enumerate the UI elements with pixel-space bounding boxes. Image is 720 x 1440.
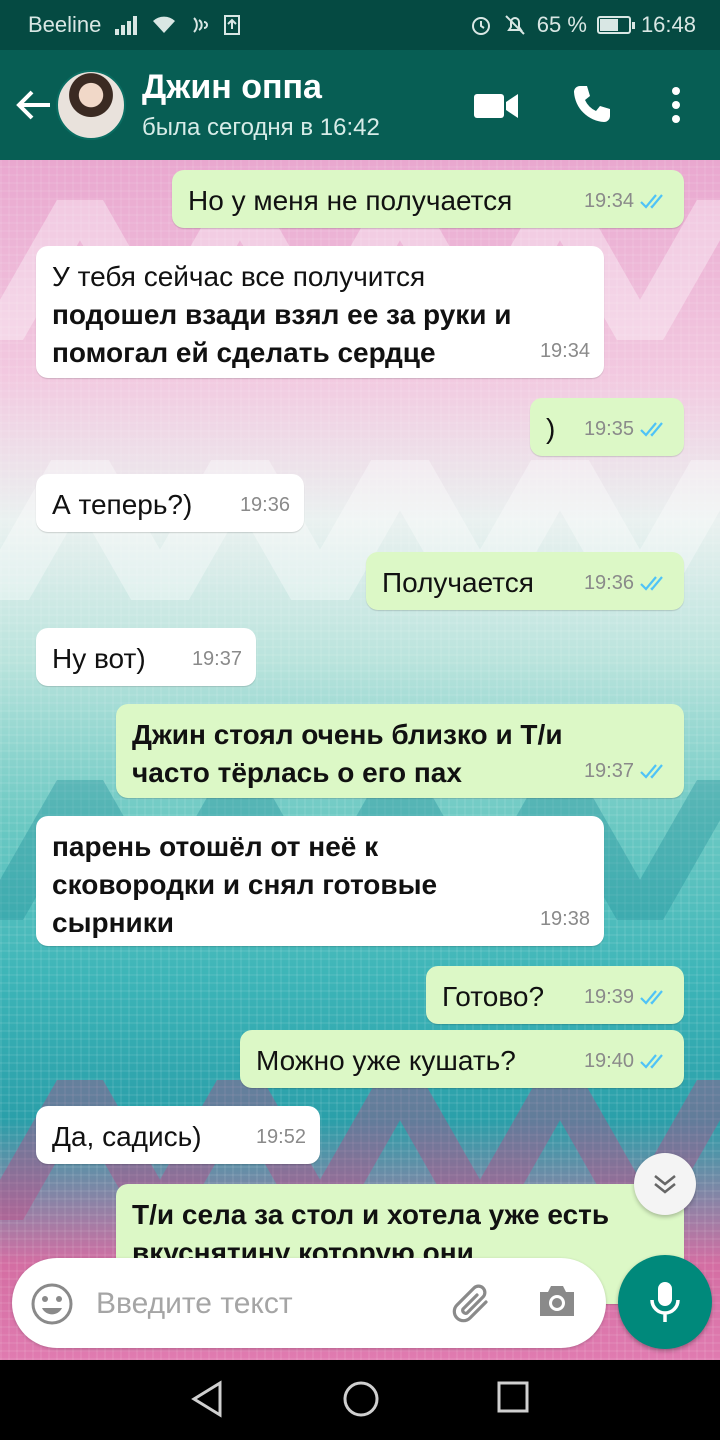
message-text: Готово?: [442, 981, 545, 1012]
message-time: 19:38: [539, 908, 590, 930]
message-incoming[interactable]: Ну вот) 19:37: [36, 628, 256, 686]
signal-icon: [115, 15, 138, 35]
message-text: подошел взади взял ее за руки и помогал …: [52, 299, 512, 368]
message-text: Джин стоял очень близко и Т/и часто тёрл…: [132, 719, 563, 788]
emoji-icon[interactable]: [30, 1282, 74, 1326]
message-text: А теперь?): [52, 489, 193, 520]
video-call-icon[interactable]: [474, 92, 520, 120]
message-outgoing[interactable]: ) 19:35: [530, 398, 684, 456]
last-seen: была сегодня в 16:42: [142, 114, 380, 141]
alarm-icon: [471, 17, 490, 35]
battery-icon: [596, 16, 635, 34]
battery-percent: 65 %: [536, 12, 587, 37]
message-time: 19:52: [255, 1126, 306, 1148]
contact-name[interactable]: Джин оппа: [142, 68, 322, 107]
double-chevron-down-icon: [654, 1175, 676, 1194]
mute-bell-icon: [505, 15, 525, 35]
message-incoming[interactable]: У тебя сейчас все получится подошел взад…: [36, 246, 604, 378]
message-text: Ну вот): [52, 643, 146, 674]
message-time: 19:39: [583, 986, 634, 1008]
read-ticks-icon: [640, 422, 663, 437]
message-time: 19:34: [539, 340, 590, 362]
clock: 16:48: [640, 12, 696, 37]
message-input[interactable]: [96, 1284, 396, 1324]
message-outgoing[interactable]: Готово? 19:39: [426, 966, 684, 1024]
status-bar: Beeline 65 % 16:48: [0, 0, 720, 50]
message-text: парень отошёл от неё к сковородки и снял…: [52, 831, 438, 938]
message-text: Но у меня не получается: [188, 185, 513, 216]
mic-button[interactable]: [618, 1255, 712, 1349]
message-text: Да, садись): [52, 1121, 202, 1152]
nfc-icon: [193, 17, 209, 33]
message-text: Можно уже кушать?: [256, 1045, 516, 1076]
attach-icon[interactable]: [448, 1282, 494, 1324]
message-time: 19:36: [583, 572, 634, 594]
composer: [12, 1258, 606, 1348]
chat-area[interactable]: Но у меня не получается 19:34 У тебя сей…: [0, 160, 720, 1360]
message-time: 19:34: [583, 190, 634, 212]
message-outgoing[interactable]: Получается 19:36: [366, 552, 684, 610]
message-text: Получается: [382, 567, 534, 598]
message-time: 19:36: [239, 494, 290, 516]
system-nav-bar: [0, 1360, 720, 1440]
message-incoming[interactable]: Да, садись) 19:52: [36, 1106, 320, 1164]
more-vert-icon[interactable]: [664, 86, 688, 124]
avatar[interactable]: [56, 70, 126, 140]
read-ticks-icon: [640, 194, 663, 209]
chat-header: Джин оппа была сегодня в 16:42: [0, 50, 720, 160]
upload-icon: [224, 15, 241, 35]
message-time: 19:35: [583, 418, 634, 440]
read-ticks-icon: [640, 1054, 663, 1069]
mic-icon: [650, 1282, 680, 1322]
scroll-down-button[interactable]: [634, 1153, 696, 1215]
read-ticks-icon: [640, 576, 663, 591]
message-outgoing[interactable]: Джин стоял очень близко и Т/и часто тёрл…: [116, 704, 684, 798]
message-outgoing[interactable]: Но у меня не получается 19:34: [172, 170, 684, 228]
message-incoming[interactable]: парень отошёл от неё к сковородки и снял…: [36, 816, 604, 946]
message-time: 19:37: [191, 648, 242, 670]
back-arrow-icon[interactable]: [14, 88, 54, 122]
nav-recents-icon[interactable]: [496, 1380, 530, 1414]
carrier-label: Beeline: [28, 12, 102, 37]
message-time: 19:37: [583, 760, 634, 782]
wifi-icon: [153, 16, 176, 33]
read-ticks-icon: [640, 990, 663, 1005]
nav-home-icon[interactable]: [342, 1380, 380, 1418]
message-text: У тебя сейчас все получится: [52, 261, 426, 292]
nav-back-icon[interactable]: [190, 1380, 224, 1418]
read-ticks-icon: [640, 764, 663, 779]
camera-icon[interactable]: [536, 1282, 578, 1320]
message-incoming[interactable]: А теперь?) 19:36: [36, 474, 304, 532]
message-time: 19:40: [583, 1050, 634, 1072]
message-text: ): [546, 413, 556, 444]
message-outgoing[interactable]: Можно уже кушать? 19:40: [240, 1030, 684, 1088]
phone-icon[interactable]: [572, 84, 612, 124]
